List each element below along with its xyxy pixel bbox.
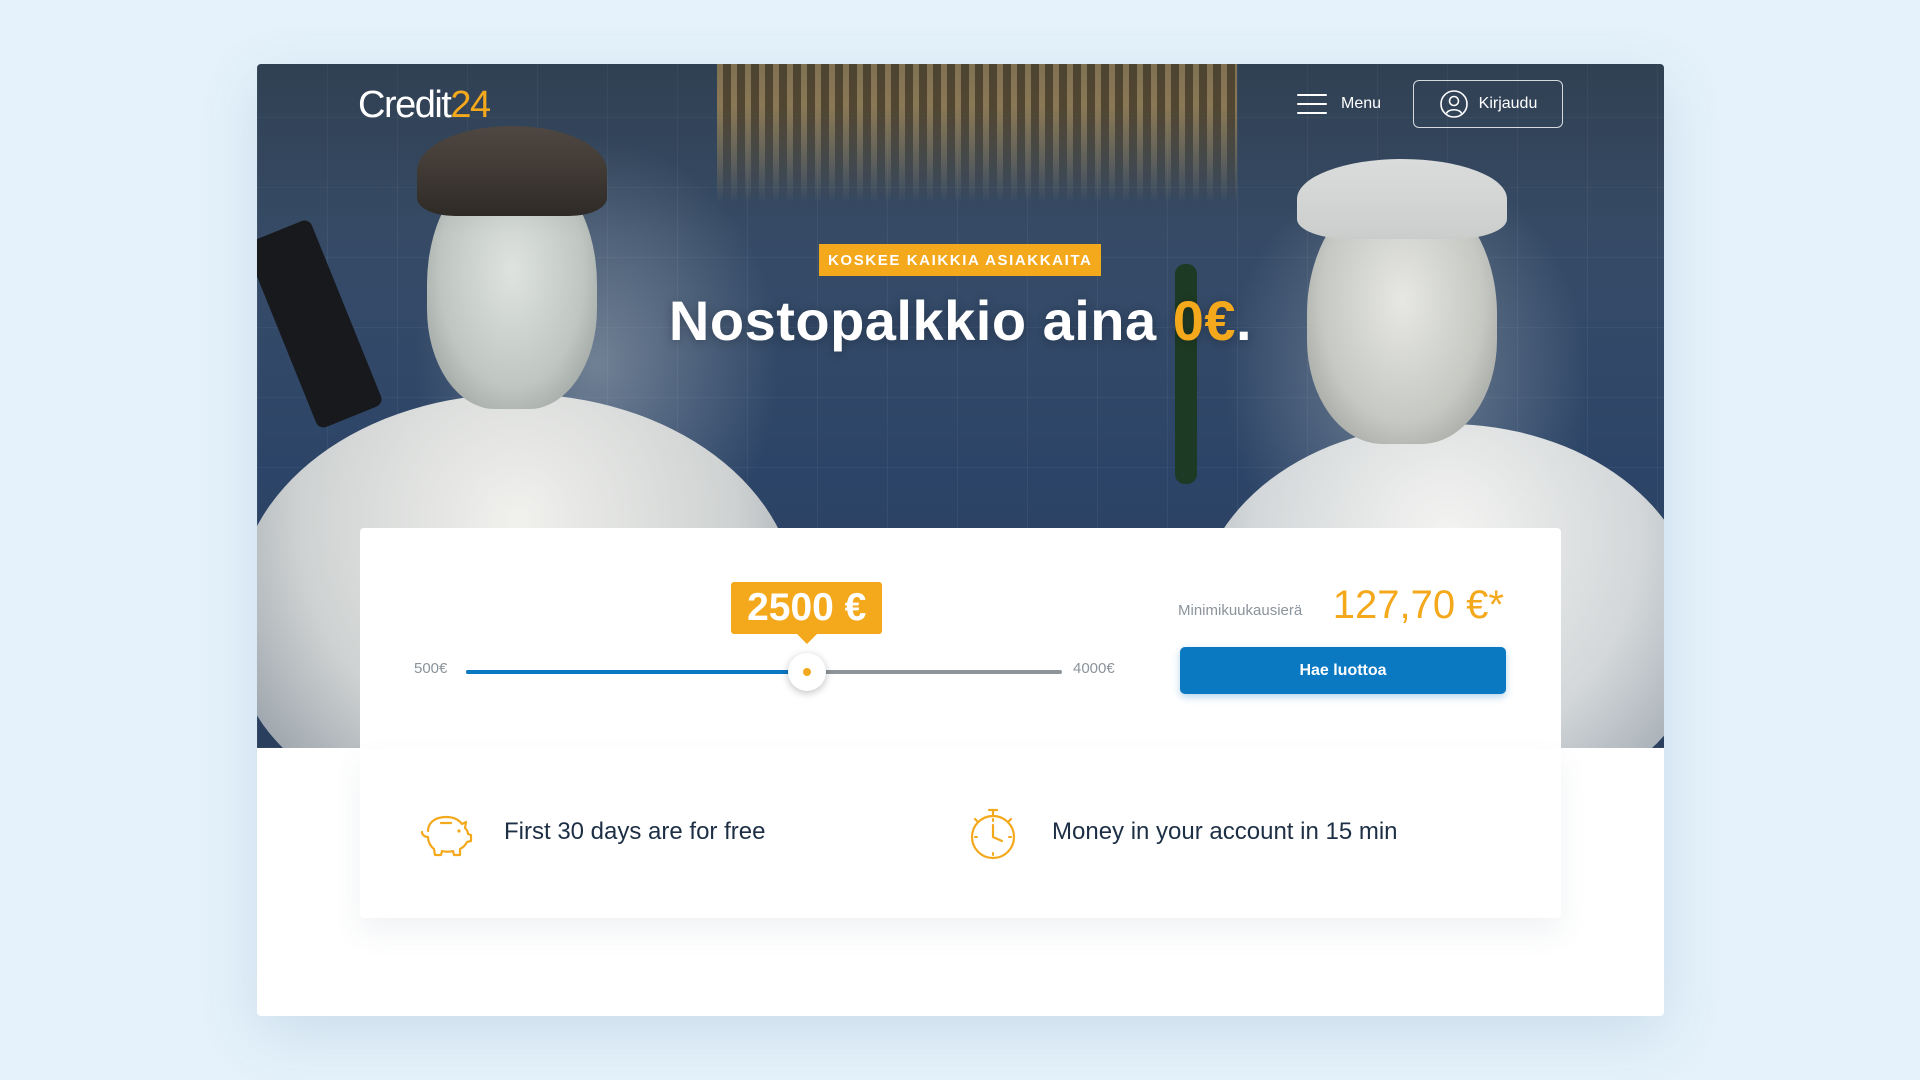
menu-label: Menu [1341, 95, 1382, 112]
piggy-bank-icon [420, 815, 473, 857]
hero-headline: Nostopalkkio aina 0€. [257, 288, 1664, 353]
stopwatch-icon [970, 808, 1016, 860]
headline-accent: 0€ [1172, 289, 1237, 352]
feature-item-fast-money: Money in your account in 15 min [962, 801, 1398, 863]
amount-slider-fill [466, 670, 807, 674]
amount-slider-handle[interactable] [787, 653, 826, 691]
amount-slider-track[interactable] [466, 670, 1062, 674]
apply-loan-button[interactable]: Hae luottoa [1180, 647, 1506, 694]
features-panel: First 30 days are for free Money in your… [360, 749, 1561, 918]
user-icon [1439, 90, 1468, 118]
login-label: Kirjaudu [1478, 95, 1538, 112]
logo-text-credit: Credit [358, 84, 452, 126]
page-frame: Credit 24 Menu Kirjaudu KOSKEE KAIKKIA AS… [257, 64, 1664, 1016]
hamburger-icon [1297, 94, 1327, 114]
site-logo[interactable]: Credit 24 [358, 84, 491, 128]
headline-text: Nostopalkkio aina [668, 289, 1173, 352]
slider-max-label: 4000€ [1073, 660, 1115, 677]
selected-amount-bubble: 2500 € [731, 582, 883, 644]
min-payment-value: 127,70 €* [1332, 583, 1504, 627]
feature-item-free-days: First 30 days are for free [414, 801, 765, 863]
headline-suffix: . [1236, 289, 1253, 352]
loan-calculator: 2500 € 500€ 4000€ Minimikuukausierä 127,… [360, 528, 1561, 749]
promo-badge: KOSKEE KAIKKIA ASIAKKAITA [819, 244, 1102, 276]
slider-min-label: 500€ [414, 660, 448, 677]
login-button[interactable]: Kirjaudu [1413, 80, 1563, 128]
min-payment-label: Minimikuukausierä [1178, 602, 1303, 619]
menu-button[interactable]: Menu [1297, 94, 1381, 114]
feature-text: First 30 days are for free [504, 818, 766, 845]
feature-text: Money in your account in 15 min [1052, 818, 1398, 845]
logo-text-24: 24 [450, 84, 491, 126]
